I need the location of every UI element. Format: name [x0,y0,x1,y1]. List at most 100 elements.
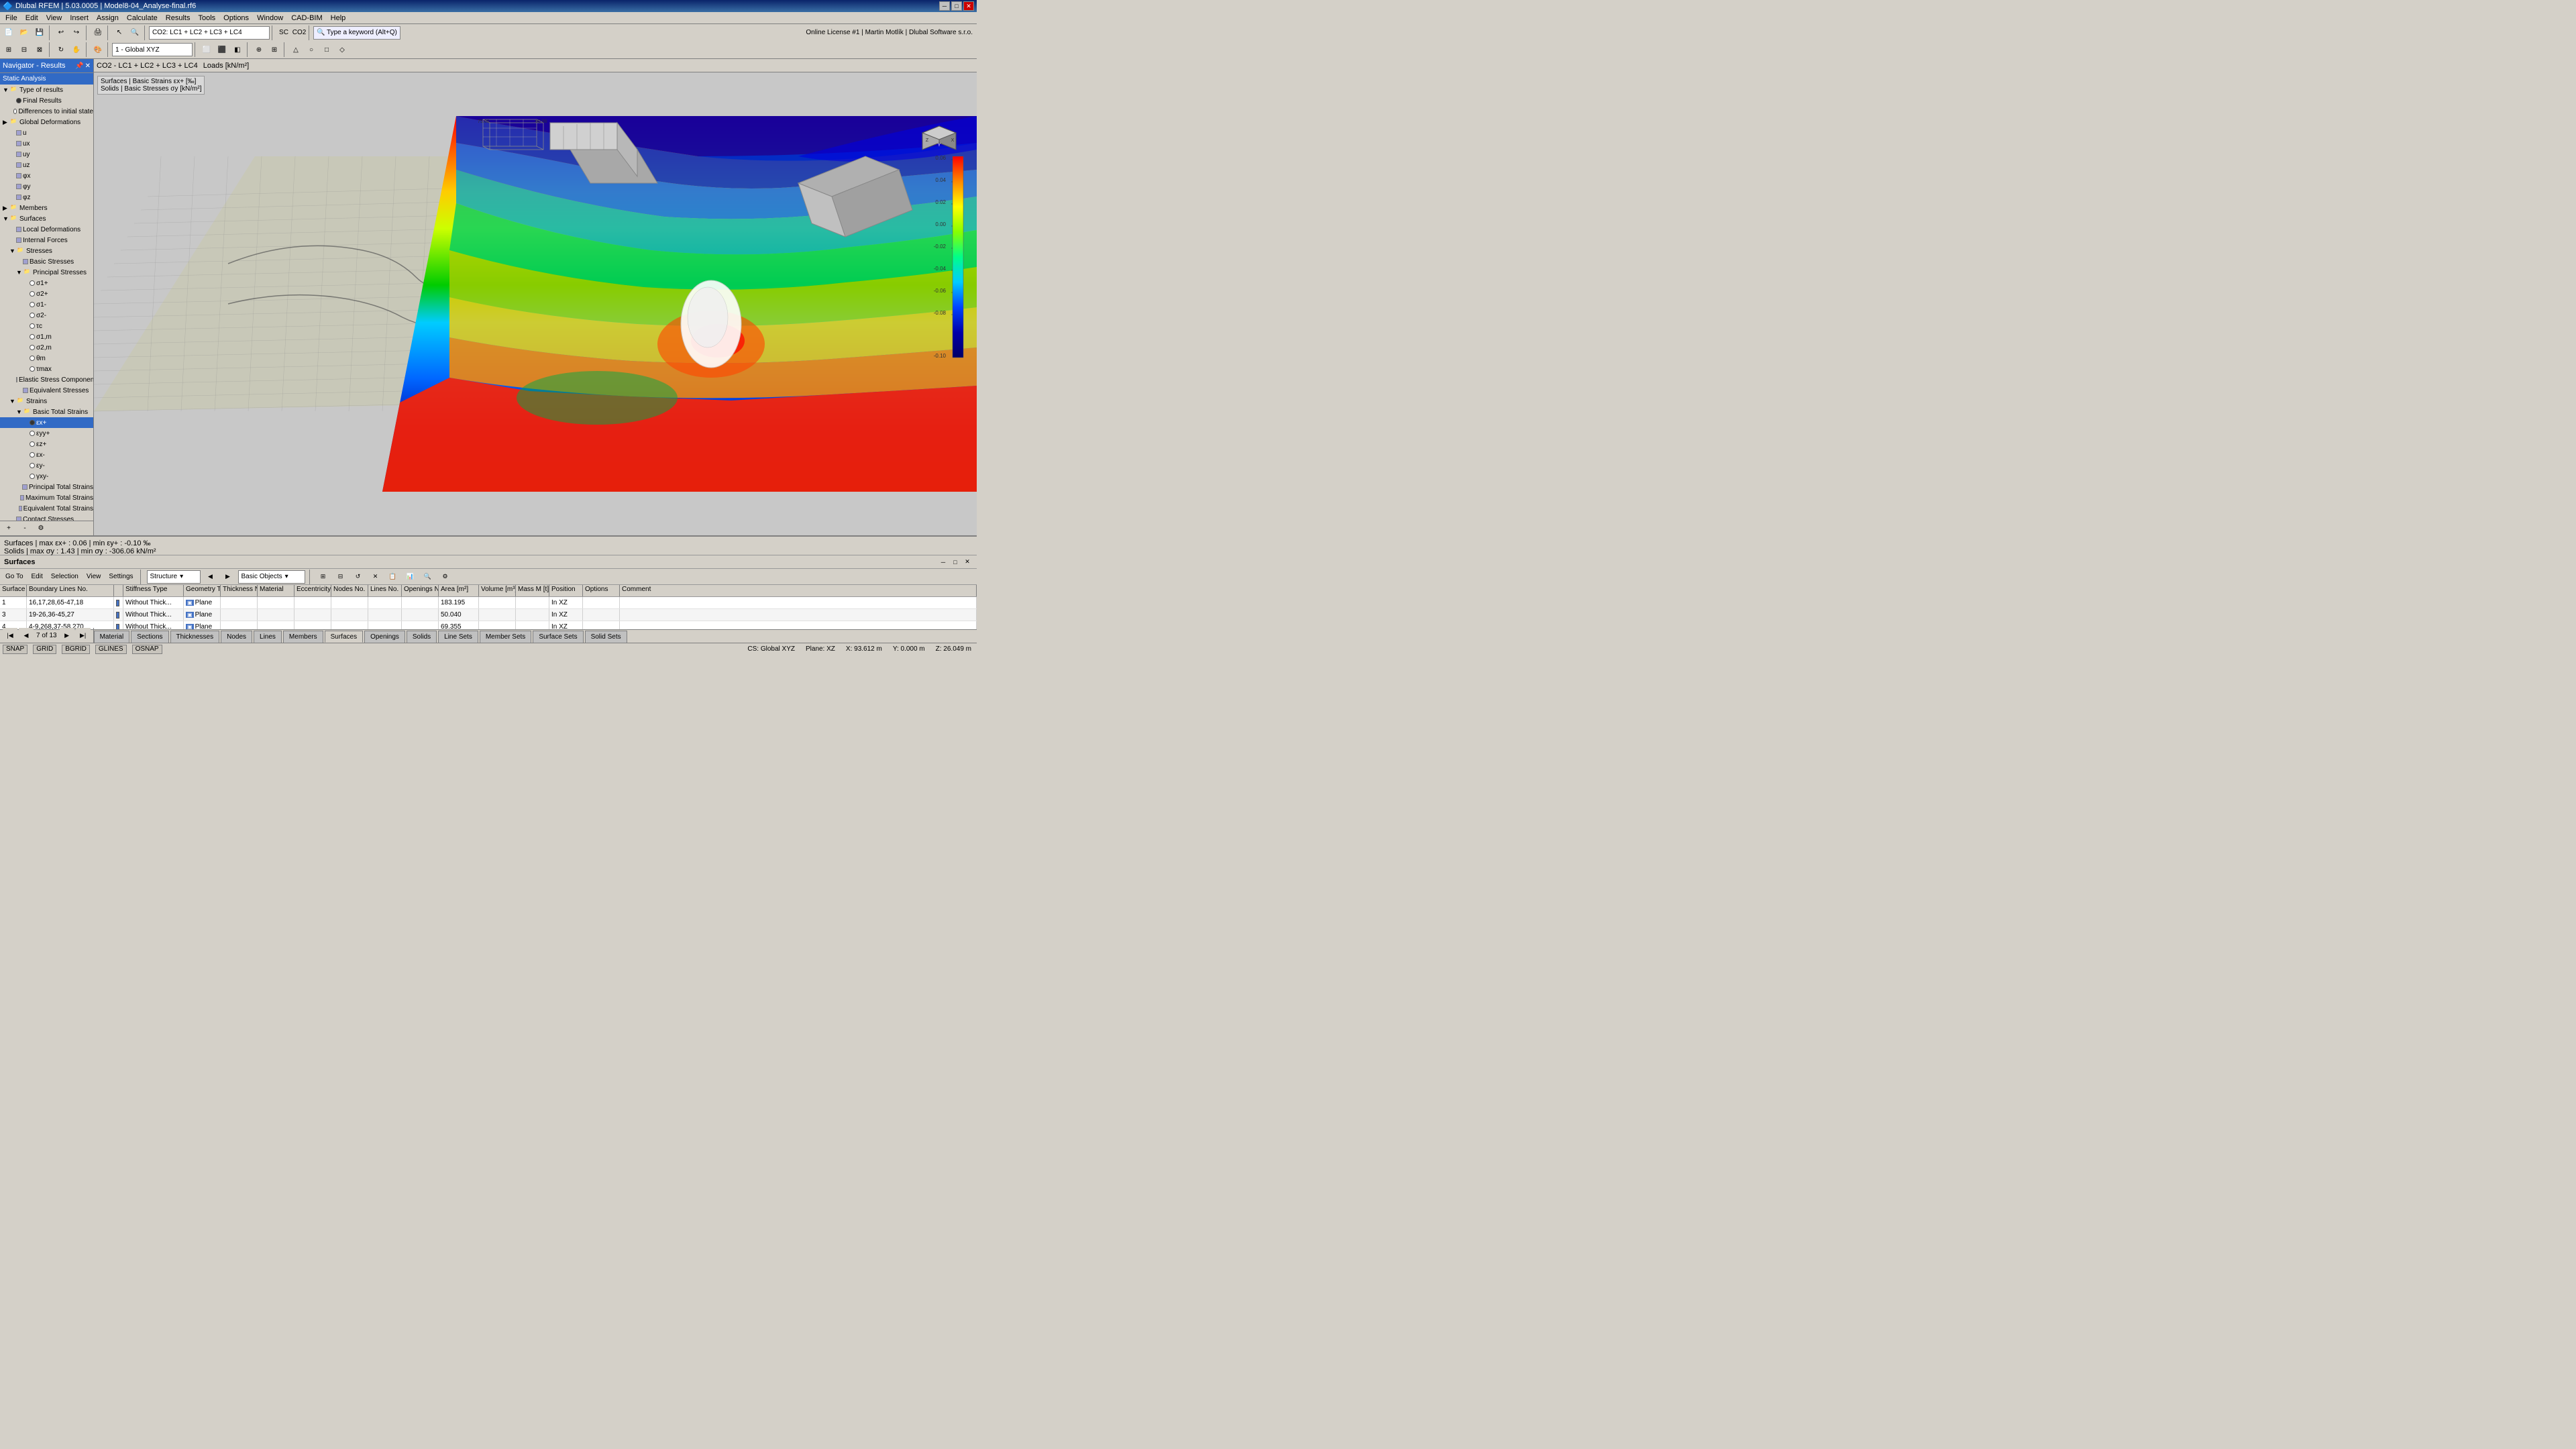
nav-item-13[interactable]: Local Deformations [0,224,93,235]
minimize-button[interactable]: ─ [939,1,950,11]
load-combo-label[interactable]: CO2: LC1 + LC2 + LC3 + LC4 [149,26,270,40]
nav-item-9[interactable]: φy [0,181,93,192]
panel-minimize-btn[interactable]: ─ [938,557,949,568]
nav-expand-icon-29[interactable]: ▼ [9,398,16,405]
tab-nodes[interactable]: Nodes [221,631,252,643]
tab-solids[interactable]: Solids [407,631,437,643]
nav-item-6[interactable]: uy [0,149,93,160]
structure-dropdown-icon[interactable]: ▾ [180,573,183,580]
nav-expand-icon-0[interactable]: ▼ [3,87,9,93]
menu-item-help[interactable]: Help [327,13,350,23]
nav-item-37[interactable]: Principal Total Strains [0,482,93,492]
view-combo-label[interactable]: 1 - Global XYZ [112,43,193,56]
nav-expand-icon-17[interactable]: ▼ [16,269,23,276]
nav-radio-19[interactable] [30,291,35,297]
nav-radio-33[interactable] [30,441,35,447]
nav-item-17[interactable]: ▼📁Principal Stresses [0,267,93,278]
nav-settings-btn[interactable]: ⚙ [34,521,48,536]
res-btn-4[interactable]: ✕ [368,570,383,584]
nav-item-20[interactable]: σ1- [0,299,93,310]
nav-radio-1[interactable] [16,98,21,103]
tab-line-sets[interactable]: Line Sets [438,631,478,643]
pan-btn[interactable]: ✋ [69,42,84,57]
nav-radio-18[interactable] [30,280,35,286]
nav-first-btn[interactable]: |◀ [3,628,17,643]
nav-item-10[interactable]: φz [0,192,93,203]
grid-btn[interactable]: ⊞ [267,42,282,57]
nav-item-5[interactable]: ux [0,138,93,149]
view-btn-2[interactable]: ⊟ [17,42,32,57]
nav-item-31[interactable]: εx+ [0,417,93,428]
res-btn-5[interactable]: 📋 [386,570,400,584]
selection-btn[interactable]: Selection [48,573,81,580]
nav-item-1[interactable]: Final Results [0,95,93,106]
nav-item-25[interactable]: θm [0,353,93,364]
menu-item-calculate[interactable]: Calculate [123,13,162,23]
nav-item-30[interactable]: ▼📁Basic Total Strains [0,407,93,417]
res-btn-1[interactable]: ⊞ [316,570,331,584]
nav-radio-21[interactable] [30,313,35,318]
edit-btn[interactable]: Edit [29,573,46,580]
snap-btn-3[interactable]: □ [319,42,334,57]
menu-item-edit[interactable]: Edit [21,13,42,23]
nav-close-icon[interactable]: ✕ [85,62,91,70]
nav-item-24[interactable]: σ2,m [0,342,93,353]
view-btn[interactable]: View [84,573,104,580]
nav-last-btn[interactable]: ▶| [76,628,91,643]
nav-item-32[interactable]: εyy+ [0,428,93,439]
res-btn-7[interactable]: 🔍 [421,570,435,584]
table-row-0[interactable]: 116,17,28,65-47,18Without Thick...▣ Plan… [0,597,977,609]
snap-btn-1[interactable]: △ [288,42,303,57]
menu-item-view[interactable]: View [42,13,66,23]
goto-btn[interactable]: Go To [3,573,26,580]
nav-pin-icon[interactable]: 📌 [75,62,83,70]
nav-radio-22[interactable] [30,323,35,329]
table-row-1[interactable]: 319-26,36-45,27Without Thick...▣ Plane50… [0,609,977,621]
menu-item-window[interactable]: Window [253,13,287,23]
nav-radio-34[interactable] [30,452,35,458]
nav-item-22[interactable]: τc [0,321,93,331]
nav-next-btn[interactable]: ▶ [60,628,74,643]
view-btn-1[interactable]: ⊞ [1,42,16,57]
render-btn[interactable]: 🎨 [91,42,105,57]
panel-close-btn[interactable]: ✕ [962,557,973,568]
keyword-search[interactable]: 🔍 Type a keyword (Alt+Q) [313,26,400,40]
menu-item-assign[interactable]: Assign [93,13,123,23]
nav-radio-2[interactable] [13,109,17,114]
structure-combo[interactable]: Structure ▾ [147,570,201,584]
nav-expand-icon-3[interactable]: ▶ [3,119,9,126]
tab-lines[interactable]: Lines [254,631,282,643]
axis-btn[interactable]: ⊕ [252,42,266,57]
basic-objects-dropdown-icon[interactable]: ▾ [285,573,288,580]
nav-item-33[interactable]: εz+ [0,439,93,449]
result-btn-2[interactable]: CO2 [292,25,307,40]
menu-item-cad-bim[interactable]: CAD-BIM [287,13,326,23]
settings-btn[interactable]: Settings [106,573,136,580]
nav-item-35[interactable]: εy- [0,460,93,471]
transparency-btn[interactable]: ◧ [230,42,245,57]
menu-item-file[interactable]: File [1,13,21,23]
tab-solid-sets[interactable]: Solid Sets [585,631,627,643]
snap-btn-4[interactable]: ◇ [335,42,350,57]
menu-item-insert[interactable]: Insert [66,13,93,23]
nav-item-39[interactable]: Equivalent Total Strains [0,503,93,514]
menu-item-results[interactable]: Results [162,13,195,23]
wireframe-btn[interactable]: ⬜ [199,42,214,57]
rotate-btn[interactable]: ↻ [54,42,68,57]
res-btn-2[interactable]: ⊟ [333,570,348,584]
navigator-content[interactable]: ▼📁Type of resultsFinal ResultsDifference… [0,85,93,521]
nav-expand-icon-15[interactable]: ▼ [9,248,16,254]
select-button[interactable]: ↖ [112,25,127,40]
nav-item-28[interactable]: Equivalent Stresses [0,385,93,396]
tab-openings[interactable]: Openings [364,631,405,643]
tab-sections[interactable]: Sections [131,631,168,643]
menu-item-options[interactable]: Options [219,13,253,23]
grid-status[interactable]: GRID [33,645,56,654]
nav-radio-35[interactable] [30,463,35,468]
close-button[interactable]: ✕ [963,1,974,11]
glines-status[interactable]: GLINES [95,645,127,654]
res-btn-8[interactable]: ⚙ [438,570,453,584]
nav-expand-icon-30[interactable]: ▼ [16,409,23,415]
nav-radio-31[interactable] [30,420,35,425]
snap-btn-2[interactable]: ○ [304,42,319,57]
